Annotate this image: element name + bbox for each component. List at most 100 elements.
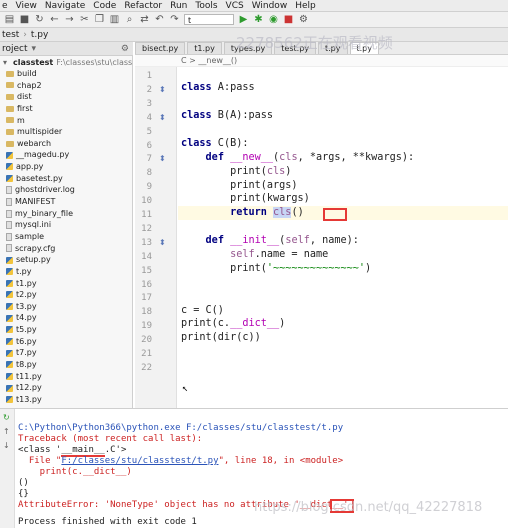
project-header-label[interactable]: roject — [2, 44, 28, 54]
code-line-13: def __init__(self, name): — [205, 235, 359, 246]
tree-item[interactable]: scrapy.cfg — [0, 243, 132, 255]
menu-tools[interactable]: Tools — [195, 1, 217, 11]
forward-icon[interactable]: → — [64, 14, 75, 25]
copy-icon[interactable]: ❐ — [94, 14, 105, 25]
line-number: 13 — [141, 237, 152, 248]
tree-item-label: t5.py — [16, 325, 37, 335]
line-number: 6 — [146, 140, 152, 151]
menu-edit[interactable]: e — [2, 1, 8, 11]
replace-icon[interactable]: ⇄ — [139, 14, 150, 25]
run-config-select[interactable]: t — [184, 14, 234, 25]
tree-item[interactable]: t8.py — [0, 359, 132, 371]
menu-view[interactable]: View — [16, 1, 37, 11]
tree-item-label: ghostdriver.log — [15, 185, 75, 195]
override-marker-icon[interactable]: ⬍ — [159, 238, 171, 247]
editor-tab[interactable]: bisect.py — [135, 42, 186, 54]
breadcrumb-project[interactable]: test — [2, 30, 19, 40]
menu-help[interactable]: Help — [295, 1, 316, 11]
tree-item[interactable]: basetest.py — [0, 173, 132, 185]
settings-icon[interactable]: ⚙ — [298, 14, 309, 25]
tree-item[interactable]: sample — [0, 231, 132, 243]
tree-item[interactable]: t.py — [0, 266, 132, 278]
tree-item[interactable]: dist — [0, 91, 132, 103]
tree-item[interactable]: t7.py — [0, 347, 132, 359]
tree-item[interactable]: first — [0, 103, 132, 115]
undo-icon[interactable]: ↶ — [154, 14, 165, 25]
open-icon[interactable]: ▤ — [4, 14, 15, 25]
scroll-down-icon[interactable]: ↓ — [3, 441, 10, 450]
line-number: 3 — [146, 98, 152, 109]
override-marker-icon[interactable]: ⬍ — [159, 85, 171, 94]
code-line-7: def __new__(cls, *args, **kwargs): — [205, 152, 415, 163]
tree-item[interactable]: chap2 — [0, 80, 132, 92]
line-number: 18 — [141, 307, 152, 318]
line-number: 14 — [141, 251, 152, 262]
tree-item[interactable]: t2.py — [0, 289, 132, 301]
tree-item[interactable]: app.py — [0, 161, 132, 173]
save-icon[interactable]: ■ — [19, 14, 30, 25]
sync-icon[interactable]: ↻ — [34, 14, 45, 25]
tree-item[interactable]: ghostdriver.log — [0, 184, 132, 196]
code-editor[interactable]: class A:pass class B(A):pass class C(B):… — [178, 67, 508, 408]
breadcrumb-file[interactable]: t.py — [31, 30, 48, 40]
file-icon — [6, 244, 12, 253]
editor-gutter: 1 2 3 4 5 6 7 8 9 10 11 12 13 14 15 16 17 18 19 20 21 22 ⬍ ⬍ ⬍ ⬍ — [135, 67, 177, 408]
python-file-icon — [6, 361, 13, 369]
run-icon[interactable]: ▶ — [238, 14, 249, 25]
tree-item[interactable]: multispider — [0, 126, 132, 138]
tree-item[interactable]: MANIFEST — [0, 196, 132, 208]
console-file-link[interactable]: F:/classes/stu/classtest/t.py — [61, 456, 218, 466]
find-icon[interactable]: ⌕ — [124, 14, 135, 25]
chevron-down-icon[interactable]: ▾ — [3, 58, 7, 67]
tree-item[interactable]: t1.py — [0, 278, 132, 290]
menu-window[interactable]: Window — [252, 1, 288, 11]
tree-item[interactable]: t4.py — [0, 312, 132, 324]
override-marker-icon[interactable]: ⬍ — [159, 113, 171, 122]
tree-item[interactable]: t5.py — [0, 324, 132, 336]
menu-run[interactable]: Run — [170, 1, 187, 11]
tree-item[interactable]: t12.py — [0, 382, 132, 394]
scroll-up-icon[interactable]: ↑ — [3, 427, 10, 436]
python-file-icon — [6, 384, 13, 392]
tree-item[interactable]: setup.py — [0, 254, 132, 266]
tree-item[interactable]: t6.py — [0, 336, 132, 348]
python-file-icon — [6, 338, 13, 346]
redo-icon[interactable]: ↷ — [169, 14, 180, 25]
tree-item-label: multispider — [17, 127, 63, 137]
tree-item[interactable]: m — [0, 115, 132, 127]
code-line-4: class B(A):pass — [181, 110, 274, 121]
menu-refactor[interactable]: Refactor — [124, 1, 162, 11]
tree-item[interactable]: __magedu.py — [0, 149, 132, 161]
cut-icon[interactable]: ✂ — [79, 14, 90, 25]
line-number: 17 — [141, 293, 152, 304]
tree-item[interactable]: t3.py — [0, 301, 132, 313]
python-file-icon — [6, 291, 13, 299]
line-number: 7 — [146, 154, 152, 165]
override-marker-icon[interactable]: ⬍ — [159, 154, 171, 163]
tree-item[interactable]: build — [0, 68, 132, 80]
paste-icon[interactable]: ▥ — [109, 14, 120, 25]
tree-item[interactable]: t13.py — [0, 394, 132, 406]
tree-item-label: first — [17, 103, 33, 113]
chevron-down-icon[interactable]: ▾ — [32, 44, 37, 54]
menu-navigate[interactable]: Navigate — [45, 1, 85, 11]
rerun-icon[interactable]: ↻ — [3, 413, 10, 422]
tree-item[interactable]: my_binary_file — [0, 208, 132, 220]
editor-tab[interactable]: t1.py — [187, 42, 222, 54]
gear-icon[interactable]: ⚙ — [121, 44, 129, 54]
debug-icon[interactable]: ✱ — [253, 14, 264, 25]
back-icon[interactable]: ← — [49, 14, 60, 25]
tree-item[interactable]: t11.py — [0, 371, 132, 383]
file-icon — [6, 197, 12, 206]
editor-breadcrumb[interactable]: C > __new__() — [135, 55, 508, 67]
menu-code[interactable]: Code — [93, 1, 116, 11]
menu-vcs[interactable]: VCS — [226, 1, 244, 11]
coverage-icon[interactable]: ◉ — [268, 14, 279, 25]
python-file-icon — [6, 326, 13, 334]
console-traceback: Traceback (most recent call last): — [18, 434, 203, 444]
stop-icon[interactable]: ■ — [283, 14, 294, 25]
tree-item-label: t13.py — [16, 394, 42, 404]
tree-item[interactable]: mysql.ini — [0, 219, 132, 231]
tree-item[interactable]: webarch — [0, 138, 132, 150]
tree-root[interactable]: ▾ classtest F:\classes\stu\classtest — [0, 56, 132, 68]
